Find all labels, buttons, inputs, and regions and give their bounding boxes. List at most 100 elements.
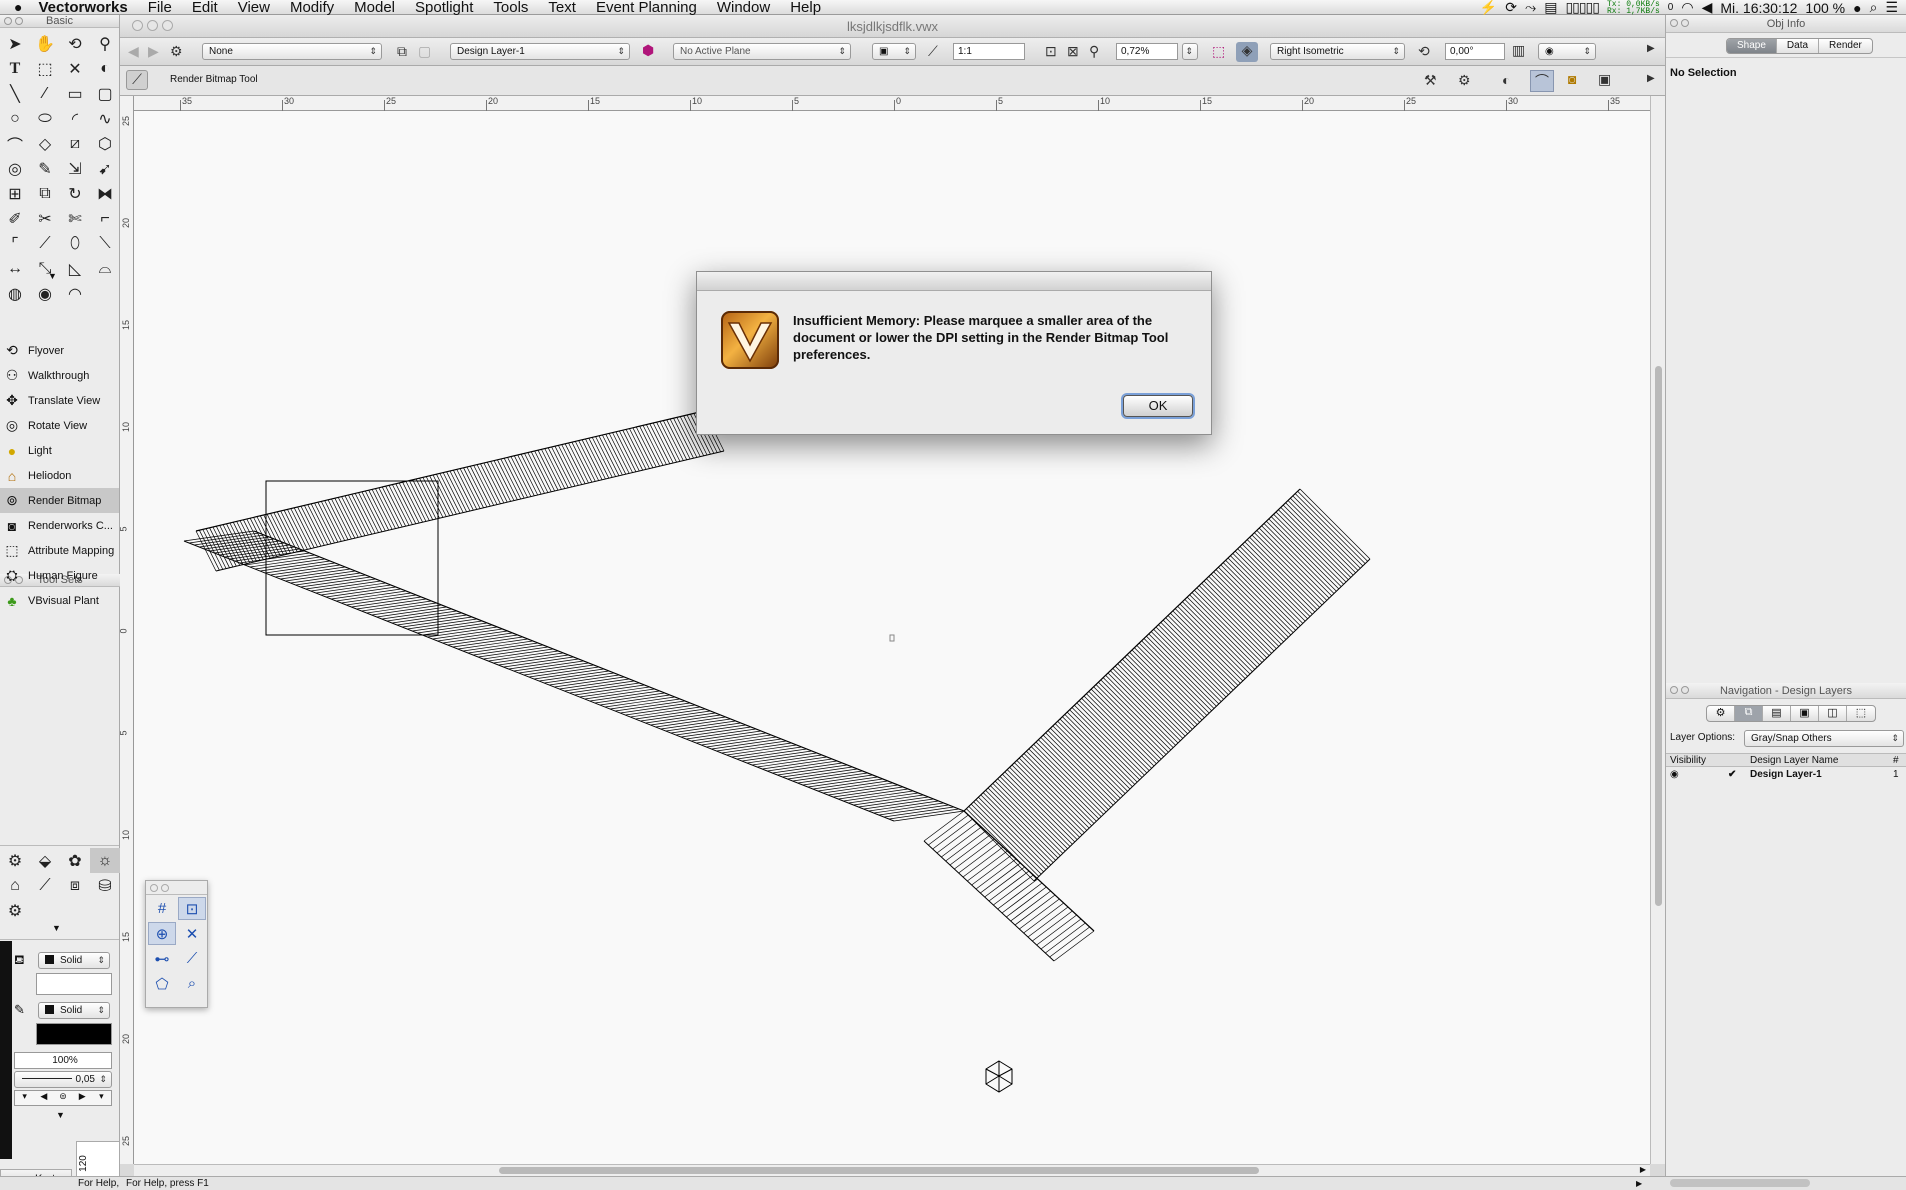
- scale-tool-icon[interactable]: ⊞: [0, 181, 30, 206]
- selection-tool-icon[interactable]: ➤: [0, 31, 30, 56]
- volume-icon[interactable]: ◀: [1702, 0, 1713, 16]
- render-mode-select[interactable]: ◉: [1538, 43, 1596, 60]
- menu-file[interactable]: File: [138, 0, 182, 15]
- clock[interactable]: Mi. 16:30:12: [1720, 0, 1797, 16]
- toolset-item-walkthrough[interactable]: ⚇ Walkthrough: [0, 363, 119, 388]
- nav-views-icon[interactable]: ◫: [1819, 706, 1847, 721]
- toolset-machine-icon[interactable]: ⛁: [90, 873, 120, 898]
- user-icon[interactable]: ●: [1853, 0, 1861, 16]
- layer-stack-icon[interactable]: ⧉: [397, 43, 407, 60]
- menu-help[interactable]: Help: [780, 0, 831, 15]
- wifi-icon[interactable]: ◠: [1681, 0, 1693, 16]
- oval-tool-icon[interactable]: ⬭: [30, 106, 60, 131]
- col-visibility[interactable]: Visibility: [1670, 754, 1706, 767]
- attributes-expand-icon[interactable]: ▼: [56, 1110, 65, 1120]
- render-output-icon[interactable]: ▣: [1598, 71, 1611, 88]
- snap-grid-icon[interactable]: #: [148, 897, 176, 920]
- activity-bars-icon[interactable]: ▯▯▯▯▯: [1565, 0, 1600, 16]
- hscroll-arrow-icon[interactable]: ▶: [1640, 1165, 1646, 1174]
- tab-render[interactable]: Render: [1819, 39, 1872, 53]
- monitor-icon[interactable]: ▤: [1544, 0, 1557, 16]
- layer-options-select[interactable]: Gray/Snap Others: [1744, 730, 1904, 747]
- rounded-rectangle-tool-icon[interactable]: ▢: [90, 81, 120, 106]
- nav-layers-icon[interactable]: ⧉: [1735, 706, 1763, 721]
- snap-object-icon[interactable]: ⊡: [178, 897, 206, 920]
- text-tool-icon[interactable]: T: [0, 56, 30, 81]
- palette-collapse-button[interactable]: [15, 17, 23, 25]
- preview-icon[interactable]: ◙: [1568, 71, 1576, 87]
- nav-collapse-button[interactable]: [1681, 686, 1689, 694]
- nav-classes-icon[interactable]: ⚙: [1707, 706, 1735, 721]
- menu-window[interactable]: Window: [707, 0, 780, 15]
- menu-tools[interactable]: Tools: [483, 0, 538, 15]
- list-icon[interactable]: ☰: [1885, 0, 1898, 16]
- split-tool-icon[interactable]: ⟋: [30, 231, 60, 256]
- toolset-item-heliodon[interactable]: ⌂ Heliodon: [0, 463, 119, 488]
- active-layer-check-icon[interactable]: ✔: [1728, 768, 1736, 781]
- rotation-angle-field[interactable]: 0,00°: [1445, 43, 1505, 60]
- toolset-architect-icon[interactable]: ⚙: [0, 848, 30, 873]
- flash-icon[interactable]: ⚡: [1480, 0, 1497, 16]
- app-menu[interactable]: Vectorworks: [28, 0, 137, 15]
- snap-close-button[interactable]: [150, 884, 158, 892]
- menu-edit[interactable]: Edit: [182, 0, 228, 15]
- snap-collapse-button[interactable]: [161, 884, 169, 892]
- horizontal-scrollbar[interactable]: ▶: [134, 1164, 1650, 1176]
- mirror-tool-icon[interactable]: ⧓: [90, 181, 120, 206]
- drawing-canvas[interactable]: [134, 111, 1650, 1164]
- compass-tool-icon[interactable]: ◍: [0, 281, 30, 306]
- menu-modify[interactable]: Modify: [280, 0, 344, 15]
- plane-icon[interactable]: ⬢: [642, 42, 654, 59]
- battery-status[interactable]: 100 %: [1805, 0, 1845, 16]
- toolset-item-rotate-view[interactable]: ◎ Rotate View: [0, 413, 119, 438]
- protractor-tool-icon[interactable]: ◠: [60, 281, 90, 306]
- vertical-scroll-thumb[interactable]: [1655, 366, 1662, 906]
- x-tool-icon[interactable]: ✕: [60, 56, 90, 81]
- split-line-tool-icon[interactable]: ⟍: [90, 231, 120, 256]
- sync-icon[interactable]: ⟳: [1505, 0, 1517, 16]
- nav-references-icon[interactable]: ⬚: [1847, 706, 1875, 721]
- toolset-item-renderworks-camera[interactable]: ◙ Renderworks C...: [0, 513, 119, 538]
- toolbar-overflow-icon[interactable]: ▶: [1647, 43, 1655, 54]
- ruler-icon[interactable]: ⟋: [928, 43, 938, 60]
- panel-scroll-thumb[interactable]: [1670, 1179, 1810, 1187]
- tab-data[interactable]: Data: [1777, 39, 1820, 53]
- snap-intersection-icon[interactable]: ✕: [178, 922, 206, 945]
- fill-style-select[interactable]: Solid: [38, 952, 110, 969]
- horizontal-scroll-thumb[interactable]: [499, 1167, 1259, 1174]
- snap-edge-icon[interactable]: ⌕: [178, 972, 206, 995]
- view-cube-icon[interactable]: [985, 1060, 1013, 1093]
- arc-tool-icon[interactable]: ◜: [60, 106, 90, 131]
- fit-to-window-icon[interactable]: ⊡: [1045, 43, 1057, 60]
- render-bitmap-mode-icon[interactable]: ⟋: [126, 70, 148, 90]
- reshape-tool-icon[interactable]: ✐: [0, 206, 30, 231]
- callout-tool-icon[interactable]: ◉: [30, 281, 60, 306]
- toolset-item-attribute-mapping[interactable]: ⬚ Attribute Mapping: [0, 538, 119, 563]
- tab-shape[interactable]: Shape: [1727, 39, 1777, 53]
- move-by-points-tool-icon[interactable]: ⬯: [60, 231, 90, 256]
- visibility-tool-icon[interactable]: ➹: [90, 156, 120, 181]
- opacity-field[interactable]: 100%: [14, 1052, 112, 1069]
- trim-tool-icon[interactable]: ✂: [30, 206, 60, 231]
- projection-icon[interactable]: ◈: [1236, 42, 1258, 62]
- polyline-tool-icon[interactable]: ⌒: [0, 131, 30, 156]
- scale-field[interactable]: 1:1: [953, 43, 1025, 60]
- arc-length-tool-icon[interactable]: ⌓: [90, 256, 120, 281]
- vertical-scrollbar[interactable]: [1650, 96, 1665, 1164]
- palette-close-button[interactable]: [4, 17, 12, 25]
- dimension-tool-icon[interactable]: ↔: [0, 256, 30, 281]
- menu-text[interactable]: Text: [538, 0, 586, 15]
- circle-tool-icon[interactable]: ○: [0, 106, 30, 131]
- minimize-window-button[interactable]: [147, 20, 158, 31]
- toolset-item-translate-view[interactable]: ✥ Translate View: [0, 388, 119, 413]
- active-class-select[interactable]: None: [202, 43, 382, 60]
- toolset-visualization-icon[interactable]: ☼: [90, 848, 120, 873]
- sheet-select[interactable]: ▣: [872, 43, 916, 60]
- line-tool-icon[interactable]: ╲: [0, 81, 30, 106]
- rectangle-tool-icon[interactable]: ▭: [60, 81, 90, 106]
- toolset-item-human-figure[interactable]: ⛭ Human Figure: [0, 563, 119, 588]
- modebar-overflow-icon[interactable]: ▶: [1647, 73, 1655, 84]
- toolset-detailing-icon[interactable]: ⟋: [30, 873, 60, 898]
- pen-style-select[interactable]: Solid: [38, 1002, 110, 1019]
- background-icon[interactable]: ⌒: [1530, 70, 1554, 92]
